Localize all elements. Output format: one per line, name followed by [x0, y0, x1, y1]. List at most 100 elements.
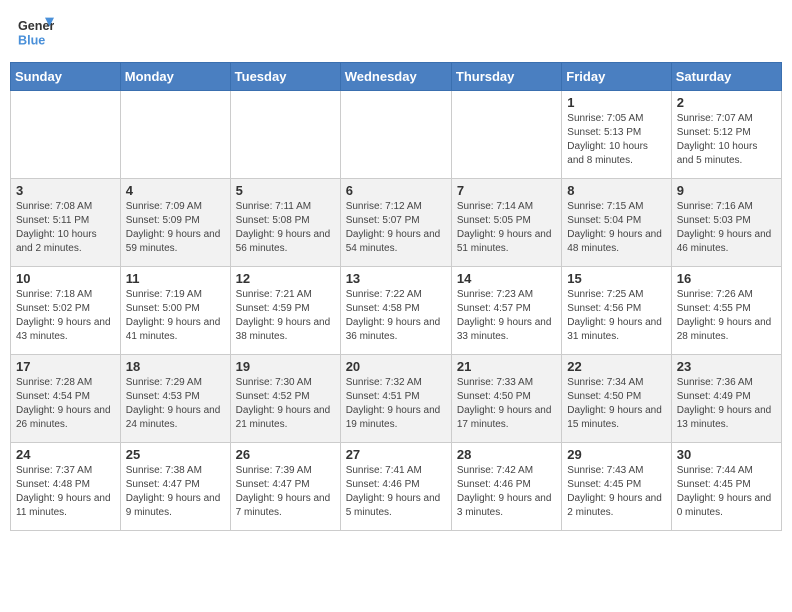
calendar-cell: 7 Sunrise: 7:14 AM Sunset: 5:05 PM Daylig…	[451, 179, 561, 267]
day-number: 26	[236, 447, 335, 462]
day-info: Sunrise: 7:12 AM Sunset: 5:07 PM Dayligh…	[346, 200, 446, 256]
day-info: Sunrise: 7:19 AM Sunset: 5:00 PM Dayligh…	[126, 288, 225, 344]
day-info: Sunrise: 7:37 AM Sunset: 4:48 PM Dayligh…	[16, 464, 115, 520]
calendar-cell	[340, 91, 451, 179]
day-number: 11	[126, 271, 225, 286]
day-info: Sunrise: 7:07 AM Sunset: 5:12 PM Dayligh…	[677, 112, 776, 168]
day-number: 3	[16, 183, 115, 198]
calendar-cell: 19 Sunrise: 7:30 AM Sunset: 4:52 PM Dayli…	[230, 355, 340, 443]
day-number: 28	[457, 447, 556, 462]
calendar-week-1: 1 Sunrise: 7:05 AM Sunset: 5:13 PM Daylig…	[11, 91, 782, 179]
day-number: 5	[236, 183, 335, 198]
calendar-week-3: 10 Sunrise: 7:18 AM Sunset: 5:02 PM Dayli…	[11, 267, 782, 355]
day-info: Sunrise: 7:28 AM Sunset: 4:54 PM Dayligh…	[16, 376, 115, 432]
day-number: 12	[236, 271, 335, 286]
day-info: Sunrise: 7:14 AM Sunset: 5:05 PM Dayligh…	[457, 200, 556, 256]
calendar-cell: 10 Sunrise: 7:18 AM Sunset: 5:02 PM Dayli…	[11, 267, 121, 355]
col-header-monday: Monday	[120, 63, 230, 91]
calendar-cell: 15 Sunrise: 7:25 AM Sunset: 4:56 PM Dayli…	[562, 267, 671, 355]
day-number: 19	[236, 359, 335, 374]
day-number: 14	[457, 271, 556, 286]
calendar-cell	[120, 91, 230, 179]
calendar-week-5: 24 Sunrise: 7:37 AM Sunset: 4:48 PM Dayli…	[11, 443, 782, 531]
day-info: Sunrise: 7:21 AM Sunset: 4:59 PM Dayligh…	[236, 288, 335, 344]
calendar-cell: 6 Sunrise: 7:12 AM Sunset: 5:07 PM Daylig…	[340, 179, 451, 267]
calendar-cell: 4 Sunrise: 7:09 AM Sunset: 5:09 PM Daylig…	[120, 179, 230, 267]
calendar-week-4: 17 Sunrise: 7:28 AM Sunset: 4:54 PM Dayli…	[11, 355, 782, 443]
day-info: Sunrise: 7:34 AM Sunset: 4:50 PM Dayligh…	[567, 376, 665, 432]
day-info: Sunrise: 7:33 AM Sunset: 4:50 PM Dayligh…	[457, 376, 556, 432]
day-info: Sunrise: 7:38 AM Sunset: 4:47 PM Dayligh…	[126, 464, 225, 520]
day-info: Sunrise: 7:25 AM Sunset: 4:56 PM Dayligh…	[567, 288, 665, 344]
day-info: Sunrise: 7:42 AM Sunset: 4:46 PM Dayligh…	[457, 464, 556, 520]
day-info: Sunrise: 7:41 AM Sunset: 4:46 PM Dayligh…	[346, 464, 446, 520]
day-info: Sunrise: 7:44 AM Sunset: 4:45 PM Dayligh…	[677, 464, 776, 520]
day-number: 9	[677, 183, 776, 198]
day-info: Sunrise: 7:08 AM Sunset: 5:11 PM Dayligh…	[16, 200, 115, 256]
day-info: Sunrise: 7:15 AM Sunset: 5:04 PM Dayligh…	[567, 200, 665, 256]
calendar-cell: 14 Sunrise: 7:23 AM Sunset: 4:57 PM Dayli…	[451, 267, 561, 355]
calendar-cell: 17 Sunrise: 7:28 AM Sunset: 4:54 PM Dayli…	[11, 355, 121, 443]
day-info: Sunrise: 7:11 AM Sunset: 5:08 PM Dayligh…	[236, 200, 335, 256]
day-number: 15	[567, 271, 665, 286]
calendar-cell: 27 Sunrise: 7:41 AM Sunset: 4:46 PM Dayli…	[340, 443, 451, 531]
day-number: 27	[346, 447, 446, 462]
col-header-thursday: Thursday	[451, 63, 561, 91]
calendar-cell	[451, 91, 561, 179]
day-number: 20	[346, 359, 446, 374]
calendar-cell: 24 Sunrise: 7:37 AM Sunset: 4:48 PM Dayli…	[11, 443, 121, 531]
calendar-cell: 5 Sunrise: 7:11 AM Sunset: 5:08 PM Daylig…	[230, 179, 340, 267]
col-header-saturday: Saturday	[671, 63, 781, 91]
calendar-cell: 26 Sunrise: 7:39 AM Sunset: 4:47 PM Dayli…	[230, 443, 340, 531]
day-number: 6	[346, 183, 446, 198]
day-number: 13	[346, 271, 446, 286]
col-header-sunday: Sunday	[11, 63, 121, 91]
day-number: 22	[567, 359, 665, 374]
calendar-cell: 21 Sunrise: 7:33 AM Sunset: 4:50 PM Dayli…	[451, 355, 561, 443]
calendar-cell: 25 Sunrise: 7:38 AM Sunset: 4:47 PM Dayli…	[120, 443, 230, 531]
day-info: Sunrise: 7:23 AM Sunset: 4:57 PM Dayligh…	[457, 288, 556, 344]
day-number: 25	[126, 447, 225, 462]
calendar-cell: 20 Sunrise: 7:32 AM Sunset: 4:51 PM Dayli…	[340, 355, 451, 443]
logo: General Blue	[18, 14, 54, 50]
calendar-cell: 16 Sunrise: 7:26 AM Sunset: 4:55 PM Dayli…	[671, 267, 781, 355]
day-number: 4	[126, 183, 225, 198]
day-info: Sunrise: 7:26 AM Sunset: 4:55 PM Dayligh…	[677, 288, 776, 344]
logo-icon: General Blue	[18, 14, 54, 50]
day-number: 17	[16, 359, 115, 374]
calendar-cell: 28 Sunrise: 7:42 AM Sunset: 4:46 PM Dayli…	[451, 443, 561, 531]
calendar-table: SundayMondayTuesdayWednesdayThursdayFrid…	[10, 62, 782, 531]
day-number: 23	[677, 359, 776, 374]
day-info: Sunrise: 7:09 AM Sunset: 5:09 PM Dayligh…	[126, 200, 225, 256]
day-number: 7	[457, 183, 556, 198]
svg-text:Blue: Blue	[18, 34, 45, 48]
calendar-cell: 11 Sunrise: 7:19 AM Sunset: 5:00 PM Dayli…	[120, 267, 230, 355]
day-info: Sunrise: 7:39 AM Sunset: 4:47 PM Dayligh…	[236, 464, 335, 520]
calendar-cell: 8 Sunrise: 7:15 AM Sunset: 5:04 PM Daylig…	[562, 179, 671, 267]
page-header: General Blue	[10, 10, 782, 54]
calendar-cell: 9 Sunrise: 7:16 AM Sunset: 5:03 PM Daylig…	[671, 179, 781, 267]
calendar-cell	[11, 91, 121, 179]
col-header-wednesday: Wednesday	[340, 63, 451, 91]
day-info: Sunrise: 7:05 AM Sunset: 5:13 PM Dayligh…	[567, 112, 665, 168]
calendar-cell: 22 Sunrise: 7:34 AM Sunset: 4:50 PM Dayli…	[562, 355, 671, 443]
day-number: 24	[16, 447, 115, 462]
day-info: Sunrise: 7:16 AM Sunset: 5:03 PM Dayligh…	[677, 200, 776, 256]
day-info: Sunrise: 7:43 AM Sunset: 4:45 PM Dayligh…	[567, 464, 665, 520]
calendar-cell: 30 Sunrise: 7:44 AM Sunset: 4:45 PM Dayli…	[671, 443, 781, 531]
day-number: 30	[677, 447, 776, 462]
day-number: 21	[457, 359, 556, 374]
day-info: Sunrise: 7:30 AM Sunset: 4:52 PM Dayligh…	[236, 376, 335, 432]
day-info: Sunrise: 7:22 AM Sunset: 4:58 PM Dayligh…	[346, 288, 446, 344]
col-header-tuesday: Tuesday	[230, 63, 340, 91]
day-number: 29	[567, 447, 665, 462]
day-number: 8	[567, 183, 665, 198]
calendar-cell	[230, 91, 340, 179]
calendar-cell: 13 Sunrise: 7:22 AM Sunset: 4:58 PM Dayli…	[340, 267, 451, 355]
day-number: 10	[16, 271, 115, 286]
calendar-cell: 1 Sunrise: 7:05 AM Sunset: 5:13 PM Daylig…	[562, 91, 671, 179]
day-number: 1	[567, 95, 665, 110]
day-number: 16	[677, 271, 776, 286]
day-info: Sunrise: 7:32 AM Sunset: 4:51 PM Dayligh…	[346, 376, 446, 432]
day-info: Sunrise: 7:18 AM Sunset: 5:02 PM Dayligh…	[16, 288, 115, 344]
